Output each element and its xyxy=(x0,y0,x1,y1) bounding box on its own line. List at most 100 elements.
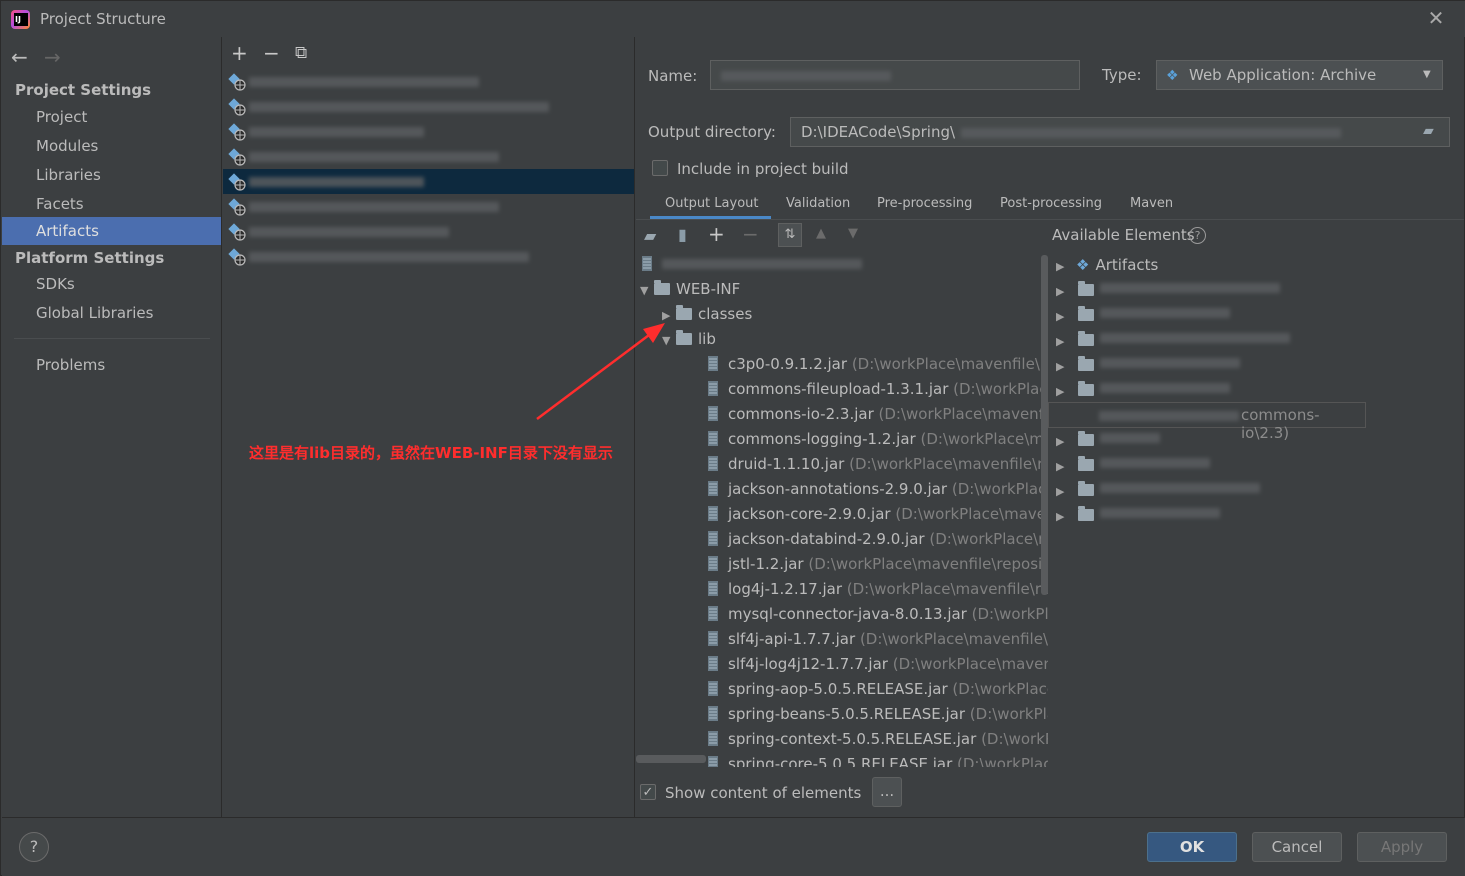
tab-pre-processing[interactable]: Pre-processing xyxy=(877,196,972,211)
tree-node-classes[interactable]: ▶ classes xyxy=(662,305,752,323)
tab-post-processing[interactable]: Post-processing xyxy=(1000,196,1102,211)
jar-name: commons-io-2.3.jar xyxy=(728,405,874,423)
show-content-checkbox[interactable]: ✓ xyxy=(640,784,656,800)
jar-name: jstl-1.2.jar xyxy=(728,555,804,573)
jar-icon xyxy=(708,731,718,746)
tree-vertical-scrollbar[interactable] xyxy=(1041,255,1048,595)
tree-node-web-inf[interactable]: ▼ WEB-INF xyxy=(640,280,740,298)
add-artifact-button[interactable]: + xyxy=(231,41,248,65)
help-circle-icon[interactable]: ? xyxy=(1189,227,1206,244)
jar-list-item[interactable]: log4j-1.2.17.jar (D:\workPlace\mavenfile… xyxy=(708,580,1048,598)
available-module-node[interactable]: ▶ xyxy=(1056,306,1230,324)
artifact-list-item[interactable] xyxy=(223,119,634,144)
cancel-button[interactable]: Cancel xyxy=(1252,832,1342,862)
jar-list-item[interactable]: jackson-annotations-2.9.0.jar (D:\workPl… xyxy=(708,480,1048,498)
window-title: Project Structure xyxy=(40,10,166,28)
jar-list-item[interactable]: commons-fileupload-1.3.1.jar (D:\workPla… xyxy=(708,380,1048,398)
artifact-list-item[interactable] xyxy=(223,169,634,194)
copy-artifact-button[interactable]: ⧉ xyxy=(295,43,307,63)
jar-path: (D:\workPlace\ma xyxy=(920,430,1049,448)
jar-name: spring-context-5.0.5.RELEASE.jar xyxy=(728,730,977,748)
create-directory-icon[interactable]: ▰ xyxy=(644,226,656,245)
available-module-node[interactable]: ▶ xyxy=(1056,456,1210,474)
help-button[interactable]: ? xyxy=(19,832,49,862)
available-module-node[interactable]: ▶ xyxy=(1056,281,1280,299)
jar-list-item[interactable]: spring-core-5.0.5.RELEASE.jar (D:\workPl… xyxy=(708,755,1048,767)
jar-list-item[interactable]: mysql-connector-java-8.0.13.jar (D:\work… xyxy=(708,605,1048,623)
jar-list-item[interactable]: jackson-core-2.9.0.jar (D:\workPlace\mav… xyxy=(708,505,1048,523)
ok-button[interactable]: OK xyxy=(1147,832,1237,862)
include-in-build-checkbox[interactable] xyxy=(652,160,668,176)
close-icon[interactable]: ✕ xyxy=(1425,7,1447,29)
tree-horizontal-scrollbar[interactable] xyxy=(636,755,706,763)
forward-arrow-icon[interactable]: → xyxy=(44,45,61,69)
jar-path: (D:\workPlace\ xyxy=(951,480,1048,498)
sidebar-item-facets[interactable]: Facets xyxy=(2,190,221,218)
type-value: Web Application: Archive xyxy=(1189,66,1377,84)
apply-button[interactable]: Apply xyxy=(1357,832,1447,862)
include-in-build-label: Include in project build xyxy=(677,160,849,178)
sidebar-item-libraries[interactable]: Libraries xyxy=(2,161,221,189)
type-select[interactable]: ❖ Web Application: Archive ▼ xyxy=(1156,60,1443,90)
move-up-icon[interactable]: ▲ xyxy=(816,226,826,241)
sidebar-item-artifacts[interactable]: Artifacts xyxy=(2,217,221,245)
tab-output-layout[interactable]: Output Layout xyxy=(665,196,758,211)
jar-list-item[interactable]: slf4j-log4j12-1.7.7.jar (D:\workPlace\ma… xyxy=(708,655,1048,673)
sidebar-item-problems[interactable]: Problems xyxy=(2,351,221,379)
expanded-arrow-icon: ▼ xyxy=(640,284,649,297)
folder-icon xyxy=(676,330,692,345)
sidebar-item-sdks[interactable]: SDKs xyxy=(2,270,221,298)
available-module-node[interactable]: ▶ xyxy=(1056,356,1240,374)
available-artifacts-node[interactable]: ▶ ❖ Artifacts xyxy=(1056,256,1158,274)
web-artifact-icon xyxy=(228,98,246,116)
collapsed-arrow-icon: ▶ xyxy=(1056,360,1065,373)
artifact-list-item[interactable] xyxy=(223,144,634,169)
archive-root[interactable] xyxy=(642,255,862,273)
sidebar-item-project[interactable]: Project xyxy=(2,103,221,131)
jar-list-item[interactable]: spring-context-5.0.5.RELEASE.jar (D:\wor… xyxy=(708,730,1048,748)
sidebar-item-global-libraries[interactable]: Global Libraries xyxy=(2,299,221,327)
name-input[interactable] xyxy=(710,60,1080,90)
web-app-icon: ❖ xyxy=(1166,68,1179,84)
output-directory-input[interactable]: D:\IDEACode\Spring\ ▰ xyxy=(790,117,1450,147)
sidebar-item-modules[interactable]: Modules xyxy=(2,132,221,160)
project-structure-window: Project Structure ✕ ← → Project Settings… xyxy=(0,0,1465,876)
jar-list-item[interactable]: jstl-1.2.jar (D:\workPlace\mavenfile\rep… xyxy=(708,555,1048,573)
artifact-list-item[interactable] xyxy=(223,244,634,269)
jar-icon xyxy=(708,681,718,696)
available-module-node[interactable]: ▶ xyxy=(1056,331,1290,349)
back-arrow-icon[interactable]: ← xyxy=(11,45,28,69)
browse-folder-icon[interactable]: ▰ xyxy=(1423,123,1434,139)
remove-artifact-button[interactable]: − xyxy=(263,41,280,65)
available-module-node[interactable]: ▶ xyxy=(1056,381,1230,399)
remove-element-icon[interactable]: − xyxy=(742,222,759,246)
jar-list-item[interactable]: jackson-databind-2.9.0.jar (D:\workPlace… xyxy=(708,530,1048,548)
jar-list-item[interactable]: spring-beans-5.0.5.RELEASE.jar (D:\workP… xyxy=(708,705,1048,723)
available-module-node[interactable]: ▶ xyxy=(1056,481,1260,499)
jar-list-item[interactable]: slf4j-api-1.7.7.jar (D:\workPlace\mavenf… xyxy=(708,630,1048,648)
jar-list-item[interactable]: commons-io-2.3.jar (D:\workPlace\mavenfi… xyxy=(708,405,1048,423)
jar-list-item[interactable]: c3p0-0.9.1.2.jar (D:\workPlace\mavenfile… xyxy=(708,355,1048,373)
jar-list-item[interactable]: spring-aop-5.0.5.RELEASE.jar (D:\workPla… xyxy=(708,680,1048,698)
artifacts-list-panel: + − ⧉ xyxy=(223,37,635,817)
artifact-list-item[interactable] xyxy=(223,69,634,94)
tab-validation[interactable]: Validation xyxy=(786,196,850,211)
jar-icon xyxy=(708,381,718,396)
create-archive-icon[interactable]: ▮ xyxy=(678,225,687,244)
add-element-icon[interactable]: + xyxy=(708,222,725,246)
web-artifact-icon xyxy=(228,123,246,141)
available-module-node[interactable]: ▶ xyxy=(1056,431,1160,449)
sort-icon[interactable]: ⇅ xyxy=(778,223,802,247)
jar-name: commons-fileupload-1.3.1.jar xyxy=(728,380,949,398)
move-down-icon[interactable]: ▼ xyxy=(848,226,858,241)
available-module-node[interactable]: ▶ xyxy=(1056,506,1220,524)
more-options-button[interactable]: ... xyxy=(872,777,902,807)
jar-list-item[interactable]: commons-logging-1.2.jar (D:\workPlace\ma xyxy=(708,430,1048,448)
jar-path: (D:\workPlace\mavenfile\reposi xyxy=(878,405,1048,423)
artifact-list-item[interactable] xyxy=(223,94,634,119)
tab-maven[interactable]: Maven xyxy=(1130,196,1173,211)
artifact-list-item[interactable] xyxy=(223,194,634,219)
available-item-label: Artifacts xyxy=(1095,256,1159,274)
jar-list-item[interactable]: druid-1.1.10.jar (D:\workPlace\mavenfile… xyxy=(708,455,1048,473)
artifact-list-item[interactable] xyxy=(223,219,634,244)
